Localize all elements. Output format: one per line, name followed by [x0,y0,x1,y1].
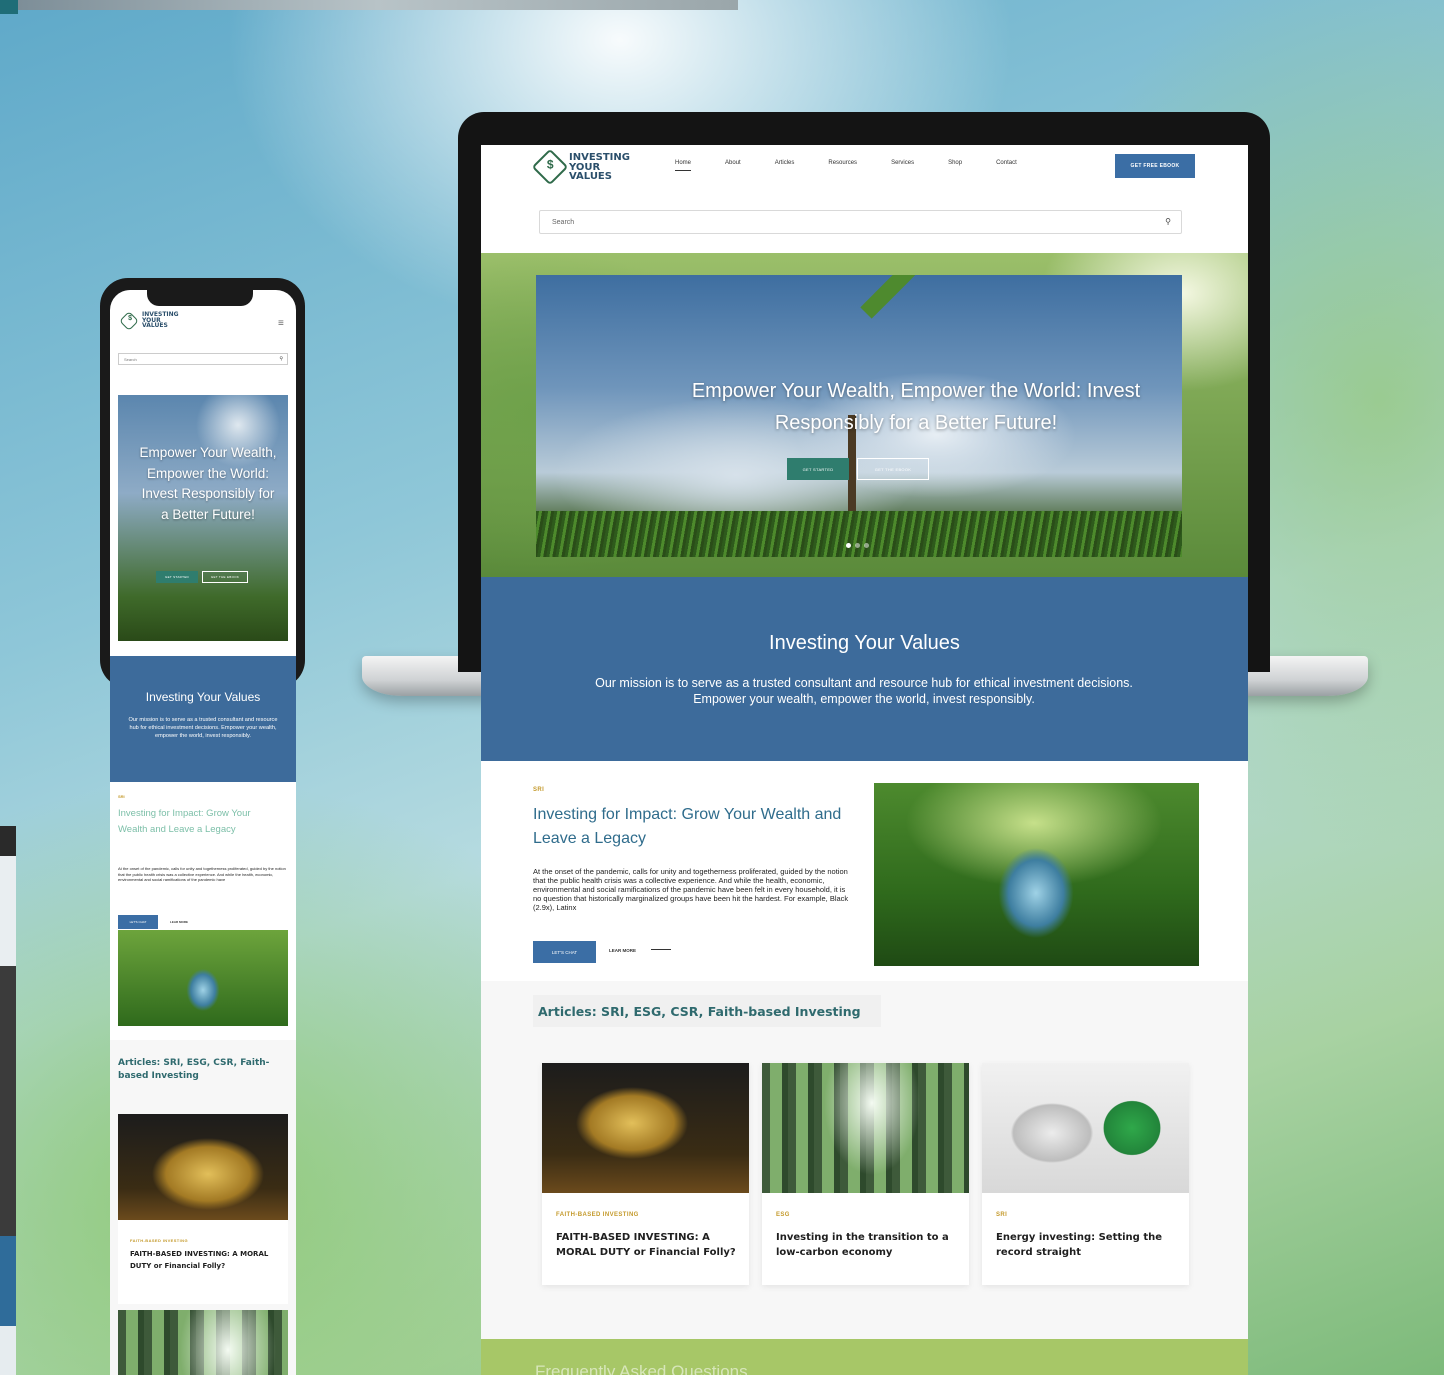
get-started-button[interactable]: GET STARTED [787,458,849,480]
grass [536,511,1182,557]
card-title[interactable]: Investing in the transition to a low-car… [776,1230,961,1260]
mobile-feature-buttons: LET'S CHAT LEAR MORE [118,915,188,929]
nav-about[interactable]: About [725,160,741,171]
mission-section: Investing Your Values Our mission is to … [481,577,1248,761]
mobile-logo[interactable]: INVESTING YOUR VALUES [119,310,179,331]
articles-section: Articles: SRI, ESG, CSR, Faith-based Inv… [481,981,1248,1341]
slider-dot[interactable] [846,543,851,548]
get-ebook-button[interactable]: GET FREE EBOOK [1115,154,1195,178]
site-header: INVESTING YOUR VALUES Home About Article… [481,145,1248,253]
mobile-hero: Empower Your Wealth, Empower the World: … [118,395,288,641]
article-card[interactable]: FAITH-BASED INVESTING FAITH-BASED INVEST… [118,1114,288,1304]
card-tag[interactable]: SRI [996,1212,1007,1218]
background-window [0,826,16,1375]
site-logo[interactable]: INVESTING YOUR VALUES [531,148,630,186]
article-card[interactable]: FAITH-BASED INVESTING FAITH-BASED INVEST… [542,1063,749,1285]
get-ebook-hero-button[interactable]: GET THE EBOOK [202,571,248,583]
phone-site: INVESTING YOUR VALUES ≡ Search ⚲ Empower… [110,290,296,1375]
city-image [762,1063,969,1193]
hero-title: Empower Your Wealth, Empower the World: … [691,380,1141,434]
search-input[interactable]: Search ⚲ [539,210,1182,234]
card-title[interactable]: FAITH-BASED INVESTING: A MORAL DUTY or F… [556,1230,741,1260]
lets-chat-button[interactable]: LET'S CHAT [118,915,158,929]
logo-icon [531,148,569,186]
get-ebook-hero-button[interactable]: GET THE EBOOK [857,458,929,480]
logo-text: INVESTING YOUR VALUES [142,312,179,329]
faq-title: Frequently Asked Questions [535,1362,748,1375]
piggy-bank-image [982,1063,1189,1193]
hero-section: Empower Your Wealth, Empower the World: … [481,253,1248,577]
feature-tag[interactable]: SRI [118,794,125,799]
logo-icon [119,310,139,331]
nav-articles[interactable]: Articles [775,160,795,171]
nav-contact[interactable]: Contact [996,160,1017,171]
feature-text: At the onset of the pandemic, calls for … [533,867,849,912]
main-nav: Home About Articles Resources Services S… [675,160,1017,171]
mission-title: Investing Your Values [769,632,960,654]
top-strip [18,0,738,10]
search-icon[interactable]: ⚲ [1165,217,1171,226]
nav-resources[interactable]: Resources [828,160,857,171]
mission-text: Our mission is to serve as a trusted con… [595,676,1133,706]
card-title[interactable]: FAITH-BASED INVESTING: A MORAL DUTY or F… [130,1248,280,1272]
mobile-hero-buttons: GET STARTED GET THE EBOOK [156,571,248,583]
mission-title: Investing Your Values [145,690,261,704]
search-placeholder: Search [552,219,575,226]
nav-services[interactable]: Services [891,160,914,171]
card-title[interactable]: Energy investing: Setting the record str… [996,1230,1181,1260]
learn-more-link[interactable]: LEAR MORE [170,920,188,924]
card-tag[interactable]: FAITH-BASED INVESTING [130,1238,188,1243]
arrow-right-icon [651,949,671,950]
slider-dot[interactable] [864,543,869,548]
corner-mark [0,0,18,14]
feature-tag[interactable]: SRI [533,787,544,793]
mobile-articles-section: Articles: SRI, ESG, CSR, Faith-based Inv… [110,1040,296,1375]
articles-title: Articles: SRI, ESG, CSR, Faith-based Inv… [118,1058,270,1081]
growth-arrow [860,275,957,319]
article-card[interactable]: SRI Energy investing: Setting the record… [982,1063,1189,1285]
feature-section: SRI Investing for Impact: Grow Your Weal… [481,761,1248,981]
hamburger-menu-icon[interactable]: ≡ [278,318,284,329]
search-icon[interactable]: ⚲ [279,356,283,362]
hero-buttons: GET STARTED GET THE EBOOK [787,458,929,480]
turtle-image [542,1063,749,1193]
feature-title[interactable]: Investing for Impact: Grow Your Wealth a… [118,806,278,838]
mobile-mission-section: Investing Your Values Our mission is to … [110,656,296,782]
turtle-image [118,1114,288,1220]
get-started-button[interactable]: GET STARTED [156,571,198,583]
mobile-search-input[interactable]: Search ⚲ [118,353,288,365]
card-tag[interactable]: ESG [776,1212,790,1218]
logo-line3: VALUES [569,171,612,182]
feature-title[interactable]: Investing for Impact: Grow Your Wealth a… [533,803,863,851]
lets-chat-button[interactable]: LET'S CHAT [533,941,596,963]
water-drop-image [874,783,1199,966]
search-placeholder: Search [124,357,137,362]
faq-section: Frequently Asked Questions [481,1339,1248,1375]
learn-more-link[interactable]: LEAR MORE [609,948,636,953]
article-card[interactable]: ESG Investing in the transition to a low… [762,1063,969,1285]
nav-home[interactable]: Home [675,160,692,171]
logo-text: INVESTING YOUR VALUES [569,153,630,182]
articles-title: Articles: SRI, ESG, CSR, Faith-based Inv… [533,995,881,1027]
mission-text: Our mission is to serve as a trusted con… [128,717,278,739]
mobile-hero-title: Empower Your Wealth, Empower the World: … [139,445,277,522]
nav-shop[interactable]: Shop [948,160,962,171]
water-drop-image [118,930,288,1026]
hero-image: Empower Your Wealth, Empower the World: … [536,275,1182,557]
laptop-site: INVESTING YOUR VALUES Home About Article… [481,145,1248,1375]
city-image [118,1310,288,1375]
card-tag[interactable]: FAITH-BASED INVESTING [556,1212,639,1218]
phone-notch [147,286,253,306]
logo-line3: VALUES [142,322,168,330]
feature-text: At the onset of the pandemic, calls for … [118,866,286,882]
slider-dots [846,543,869,548]
slider-dot[interactable] [855,543,860,548]
